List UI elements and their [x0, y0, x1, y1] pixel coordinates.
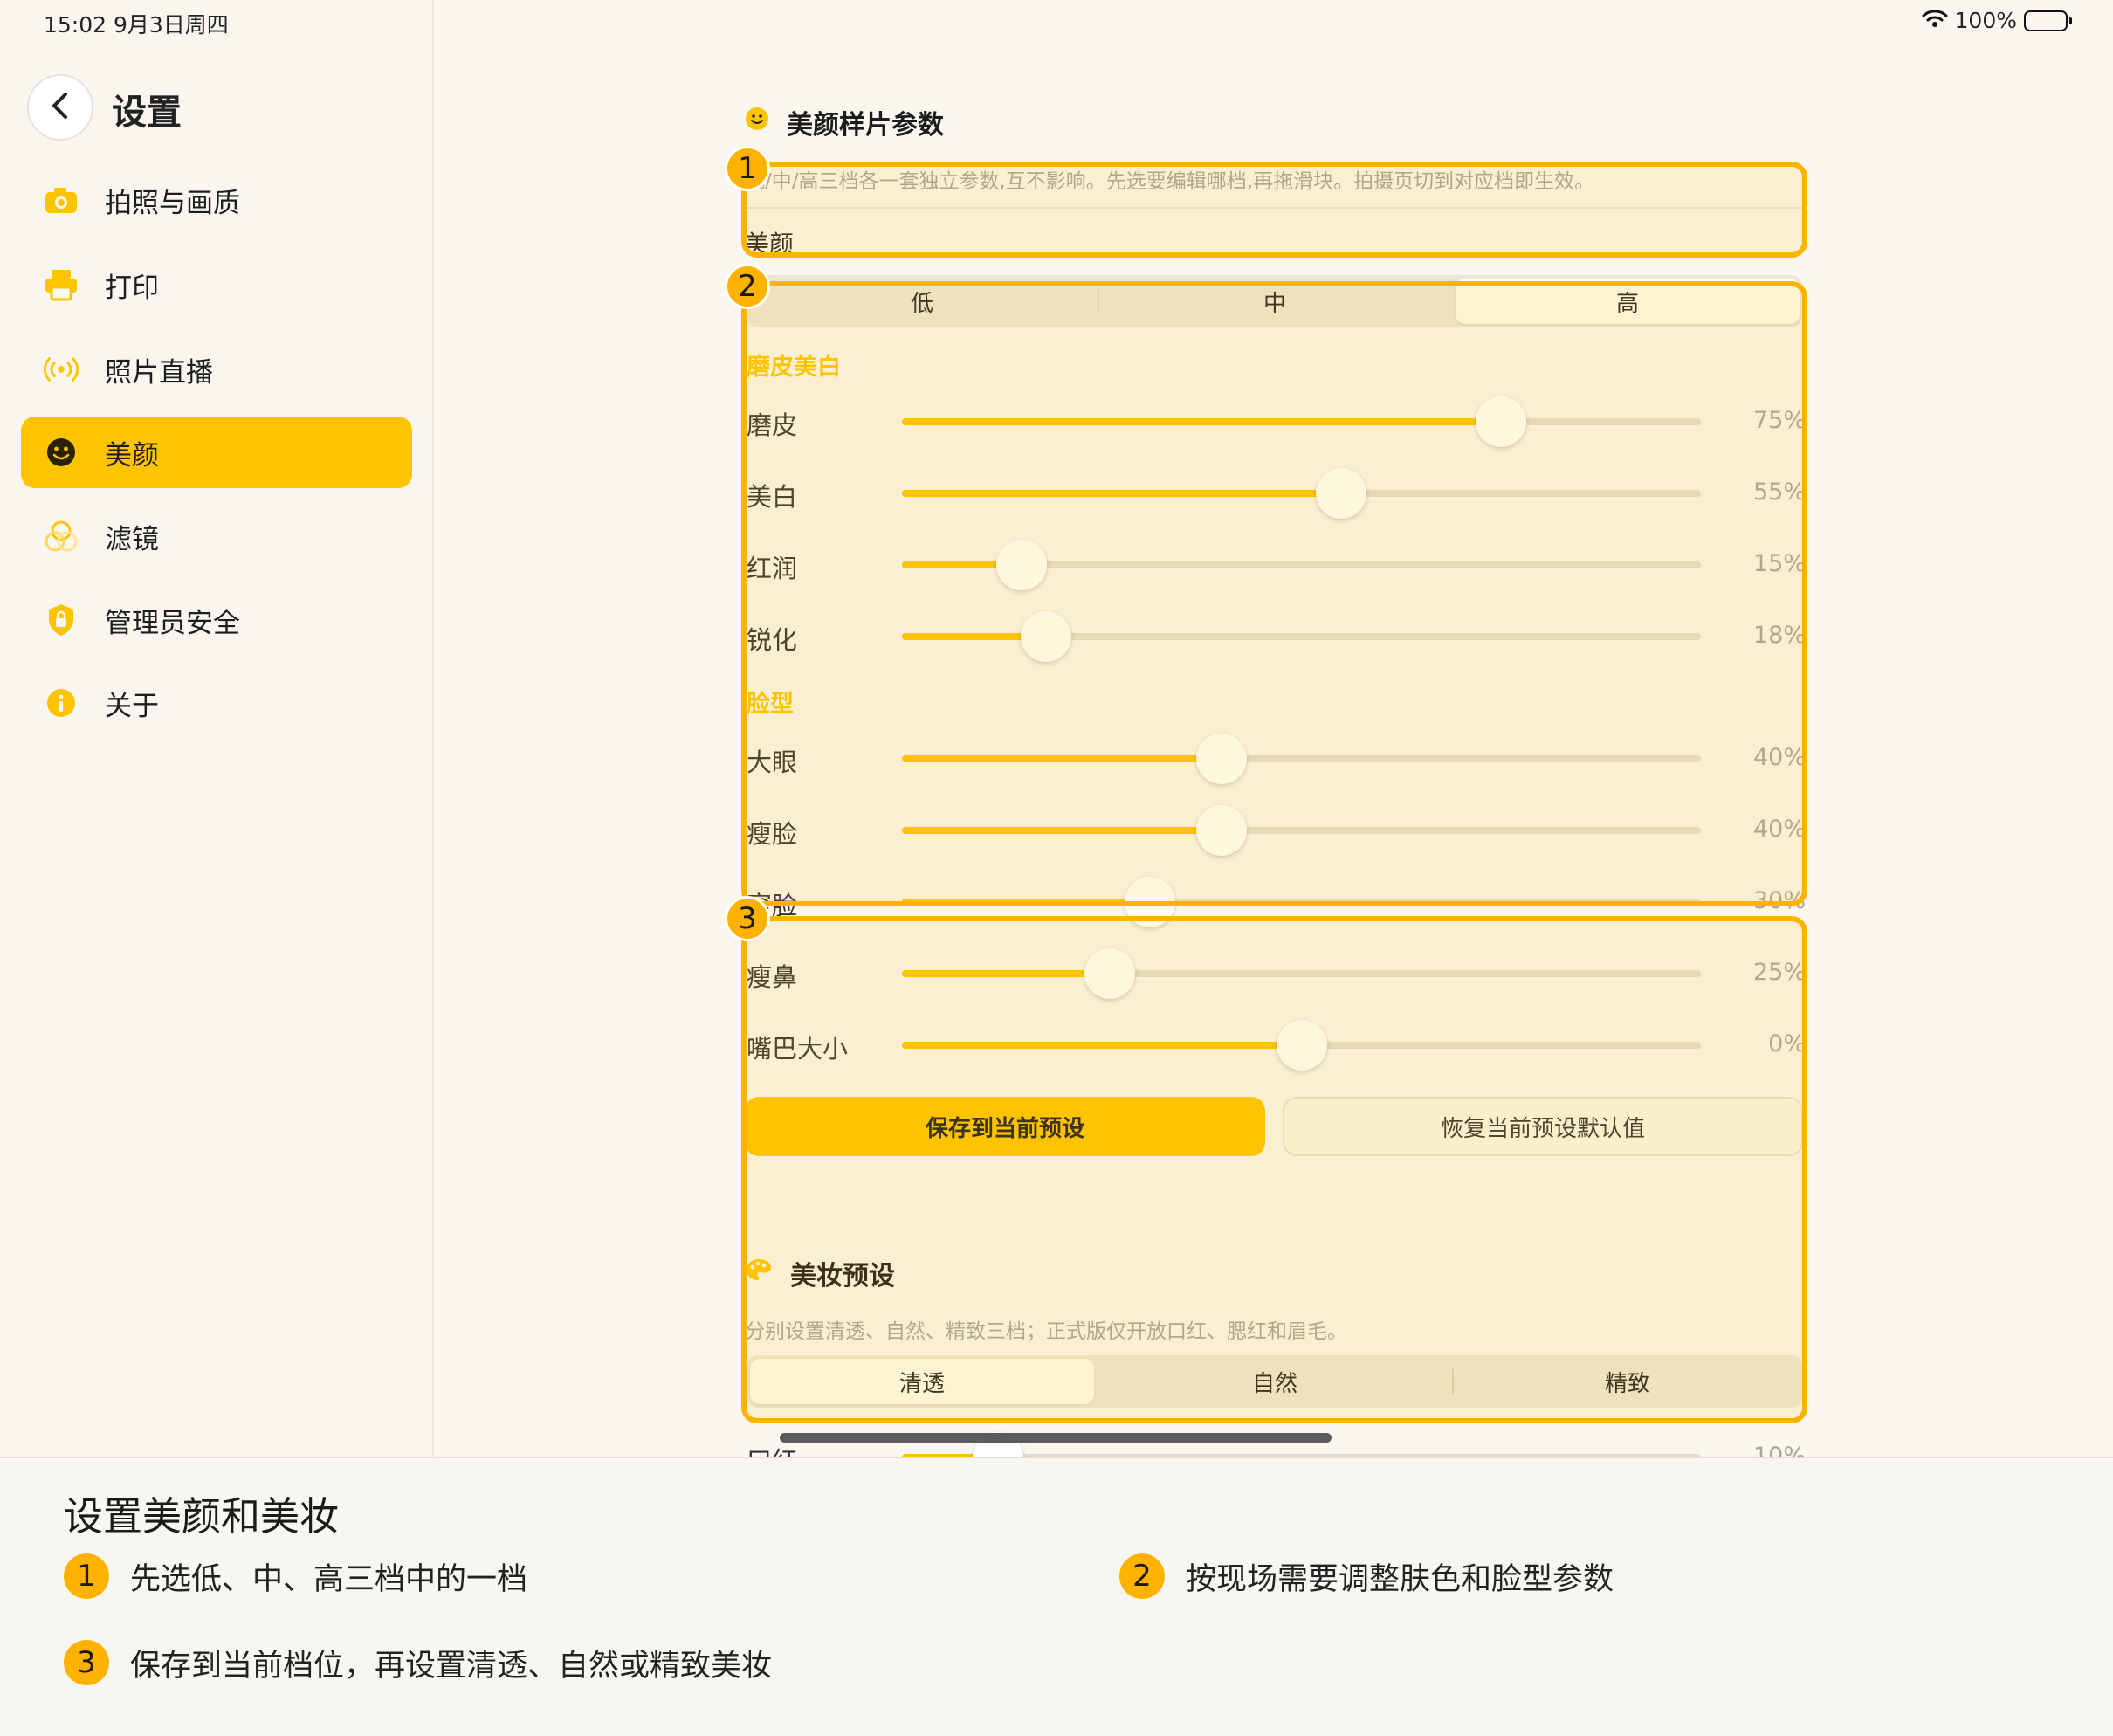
beauty-section-title-text: 美颜样片参数 [787, 110, 944, 141]
back-button[interactable] [27, 74, 93, 141]
step-number: 3 [64, 1640, 109, 1685]
sidebar-item-beauty[interactable]: 美颜 [21, 417, 412, 488]
caption-title: 设置美颜和美妆 [64, 1493, 340, 1540]
sidebar-item-admin-security[interactable]: 管理员安全 [21, 584, 412, 656]
slider-label: 口红 [747, 1441, 797, 1457]
smiley-icon [745, 107, 769, 138]
sidebar-item-label: 美颜 [105, 439, 159, 472]
sidebar-item-label: 打印 [105, 272, 159, 304]
tutorial-caption: 设置美颜和美妆 1 先选低、中、高三档中的一档 2 按现场需要调整肤色和脸型参数… [0, 1457, 2113, 1736]
highlight-box-1 [741, 162, 1807, 258]
step-number: 2 [1119, 1553, 1165, 1599]
app-screen: 设置 拍照与画质 打印 照片直播 美颜 滤镜 管理员安全 关于 15:02 9月… [0, 0, 2113, 1457]
sidebar-item-label: 滤镜 [105, 523, 159, 555]
sidebar-title: 设置 [112, 93, 182, 133]
sidebar-item-about[interactable]: 关于 [21, 667, 412, 739]
status-time: 15:02 9月3日周四 [44, 12, 229, 38]
sidebar: 设置 拍照与画质 打印 照片直播 美颜 滤镜 管理员安全 关于 [0, 0, 434, 1457]
slider-value: 10% [1752, 1443, 1806, 1457]
sidebar-item-print[interactable]: 打印 [21, 249, 412, 320]
printer-icon [43, 266, 79, 303]
caption-step-3: 3 保存到当前档位，再设置清透、自然或精致美妆 [64, 1640, 772, 1685]
beauty-section-title: 美颜样片参数 [745, 103, 944, 141]
filter-icon [43, 518, 79, 555]
sidebar-item-filter[interactable]: 滤镜 [21, 500, 412, 572]
highlight-box-3 [741, 916, 1807, 1423]
sidebar-item-label: 照片直播 [105, 356, 213, 389]
step-text: 先选低、中、高三档中的一档 [130, 1561, 528, 1597]
shield-icon [43, 602, 79, 638]
step-marker-3: 3 [725, 896, 770, 941]
battery-percentage: 100% [1954, 8, 2017, 33]
smiley-icon [43, 434, 79, 471]
sidebar-item-label: 拍照与画质 [105, 187, 240, 219]
info-icon [43, 685, 79, 721]
status-bar: 15:02 9月3日周四 100% [0, 0, 2113, 42]
step-number: 1 [64, 1553, 109, 1599]
caption-step-1: 1 先选低、中、高三档中的一档 [64, 1553, 527, 1599]
sidebar-item-label: 管理员安全 [105, 607, 240, 639]
step-marker-2: 2 [725, 264, 770, 309]
caption-step-2: 2 按现场需要调整肤色和脸型参数 [1119, 1553, 1614, 1599]
camera-icon [43, 182, 79, 218]
sidebar-item-camera-quality[interactable]: 拍照与画质 [21, 164, 412, 236]
highlight-box-2 [741, 281, 1807, 906]
sidebar-item-photo-live[interactable]: 照片直播 [21, 334, 412, 405]
step-text: 保存到当前档位，再设置清透、自然或精致美妆 [130, 1648, 773, 1684]
chevron-left-icon [49, 91, 72, 124]
step-text: 按现场需要调整肤色和脸型参数 [1186, 1561, 1614, 1597]
sidebar-item-label: 关于 [105, 690, 159, 722]
wifi-icon [1922, 8, 1948, 33]
step-marker-1: 1 [725, 146, 770, 191]
broadcast-icon [43, 351, 79, 388]
home-indicator[interactable] [780, 1433, 1332, 1443]
battery-icon [2024, 10, 2072, 31]
